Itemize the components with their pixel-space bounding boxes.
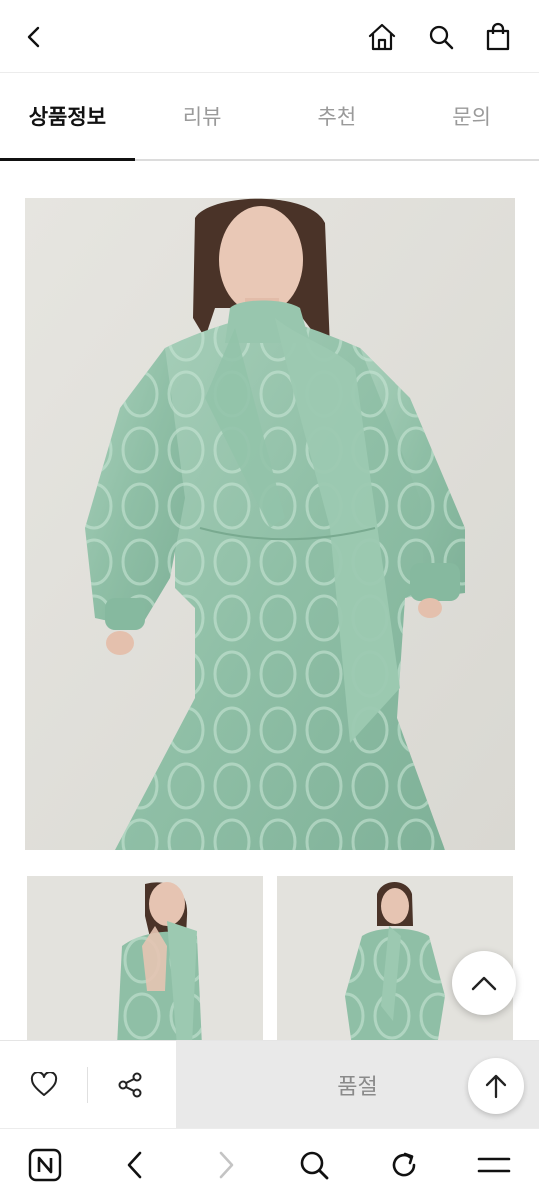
browser-menu-button[interactable] [472, 1143, 516, 1187]
share-button[interactable] [110, 1065, 150, 1105]
scroll-top-button[interactable] [468, 1058, 524, 1114]
chevron-left-icon [27, 26, 40, 48]
browser-refresh-button[interactable] [382, 1143, 426, 1187]
back-button[interactable] [14, 17, 54, 57]
purchase-bar: 품절 [0, 1040, 539, 1129]
model-dress-image [25, 198, 515, 850]
product-page: 상품정보 리뷰 추천 문의 품절 [0, 0, 539, 1200]
refresh-icon [392, 1152, 416, 1177]
model-back-image [27, 876, 263, 1046]
browser-forward-button[interactable] [204, 1143, 248, 1187]
forward-icon [219, 1151, 234, 1179]
browser-back-button[interactable] [113, 1143, 157, 1187]
search-icon [429, 25, 454, 50]
thumbnail-back-view[interactable] [27, 876, 263, 1046]
home-icon [368, 23, 396, 51]
home-button[interactable] [362, 17, 402, 57]
tab-product-info[interactable]: 상품정보 [0, 73, 135, 161]
tab-inquiry[interactable]: 문의 [404, 73, 539, 159]
divider [87, 1067, 88, 1103]
main-photo[interactable] [25, 198, 515, 850]
back-icon [127, 1151, 142, 1179]
heart-icon [30, 1072, 58, 1096]
menu-icon [477, 1157, 511, 1173]
shopping-bag-icon [486, 22, 510, 51]
cart-button[interactable] [478, 17, 518, 57]
scroll-up-button[interactable] [452, 951, 516, 1015]
tab-reviews[interactable]: 리뷰 [135, 73, 270, 159]
search-button[interactable] [421, 17, 461, 57]
share-icon [118, 1072, 142, 1098]
tab-recommend[interactable]: 추천 [270, 73, 405, 159]
browser-nav-bar [0, 1128, 539, 1200]
wishlist-button[interactable] [24, 1065, 64, 1105]
top-header [0, 0, 539, 73]
arrow-up-icon [485, 1074, 507, 1099]
browser-search-button[interactable] [292, 1143, 336, 1187]
naver-n-icon [28, 1148, 62, 1182]
naver-home-button[interactable] [23, 1143, 67, 1187]
tab-bar: 상품정보 리뷰 추천 문의 [0, 73, 539, 161]
search-icon [300, 1151, 329, 1180]
chevron-up-icon [471, 976, 497, 991]
